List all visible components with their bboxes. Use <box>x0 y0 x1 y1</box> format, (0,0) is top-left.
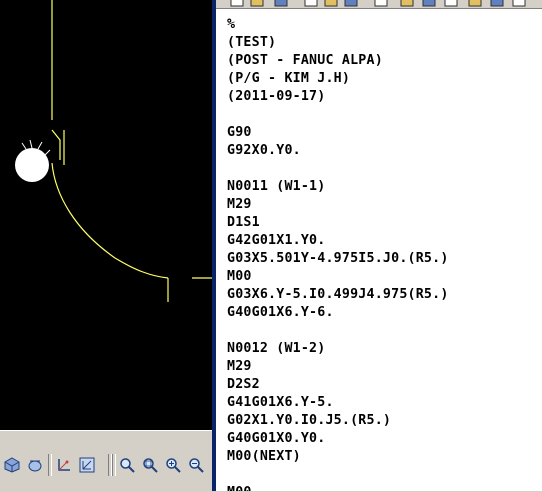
code-line[interactable]: M00 <box>227 268 449 286</box>
code-line[interactable] <box>227 160 449 178</box>
save-icon[interactable] <box>274 0 288 7</box>
code-line[interactable] <box>227 106 449 124</box>
zoom-window-icon[interactable] <box>117 455 137 475</box>
machine-icon[interactable] <box>468 0 482 7</box>
copy-icon[interactable] <box>324 0 338 7</box>
toolpath-drawing <box>15 0 212 302</box>
code-line[interactable]: G90 <box>227 124 449 142</box>
code-line[interactable]: M00(NEXT) <box>227 448 449 466</box>
code-line[interactable]: G03X6.Y-5.I0.499J4.975(R5.) <box>227 286 449 304</box>
code-line[interactable]: G40G01X6.Y-6. <box>227 304 449 322</box>
code-line[interactable]: G03X5.501Y-4.975I5.J0.(R5.) <box>227 250 449 268</box>
cad-viewport[interactable] <box>0 0 212 430</box>
code-line[interactable]: G40G01X0.Y0. <box>227 430 449 448</box>
rotate-icon[interactable] <box>25 455 45 475</box>
toolbar-separator <box>48 454 52 476</box>
toolpath-arc <box>51 162 169 279</box>
toolpath-lead-in <box>51 129 65 165</box>
code-line[interactable]: G42G01X1.Y0. <box>227 232 449 250</box>
tool-icon[interactable] <box>400 0 414 7</box>
cut-icon[interactable] <box>304 0 318 7</box>
nc-icon[interactable] <box>444 0 458 7</box>
status-strip <box>0 486 212 491</box>
code-line[interactable]: G02X1.Y0.I0.J5.(R5.) <box>227 412 449 430</box>
code-line[interactable] <box>227 322 449 340</box>
open-icon[interactable] <box>250 0 264 7</box>
editor-toolbar <box>216 0 542 9</box>
cube-icon[interactable] <box>2 455 22 475</box>
code-line[interactable]: N0012 (W1-2) <box>227 340 449 358</box>
zoom-out-icon[interactable] <box>186 455 206 475</box>
zoom-in-icon[interactable] <box>163 455 183 475</box>
code-line[interactable]: N0011 (W1-1) <box>227 178 449 196</box>
code-line[interactable] <box>227 466 449 484</box>
code-line[interactable]: M00 <box>227 484 449 491</box>
nc-code-text[interactable]: % (TEST) (POST - FANUC ALPA) (P/G - KIM J.H… <box>227 16 449 491</box>
code-line[interactable]: D1S1 <box>227 214 449 232</box>
code-line[interactable]: (POST - FANUC ALPA) <box>227 52 449 70</box>
code-line[interactable]: (P/G - KIM J.H) <box>227 70 449 88</box>
code-line[interactable]: G92X0.Y0. <box>227 142 449 160</box>
layers-icon[interactable] <box>490 0 504 7</box>
info-icon[interactable] <box>512 0 526 7</box>
code-line[interactable]: M29 <box>227 358 449 376</box>
code-line[interactable]: % <box>227 16 449 34</box>
axis-icon[interactable] <box>54 455 74 475</box>
code-line[interactable]: M29 <box>227 196 449 214</box>
axis-fit-icon[interactable] <box>77 455 97 475</box>
code-line[interactable]: (TEST) <box>227 34 449 52</box>
tool-marker <box>15 139 51 182</box>
nc-code-editor[interactable]: % (TEST) (POST - FANUC ALPA) (P/G - KIM J.H… <box>216 0 542 491</box>
cursor-icon[interactable] <box>422 0 436 7</box>
paste-icon[interactable] <box>344 0 358 7</box>
print-icon[interactable] <box>374 0 388 7</box>
code-line[interactable]: D2S2 <box>227 376 449 394</box>
code-line[interactable]: G41G01X6.Y-5. <box>227 394 449 412</box>
zoom-area-icon[interactable] <box>140 455 160 475</box>
view-toolbar <box>0 430 212 492</box>
toolbar-separator <box>112 454 116 476</box>
new-icon[interactable] <box>230 0 244 7</box>
code-line[interactable]: (2011-09-17) <box>227 88 449 106</box>
